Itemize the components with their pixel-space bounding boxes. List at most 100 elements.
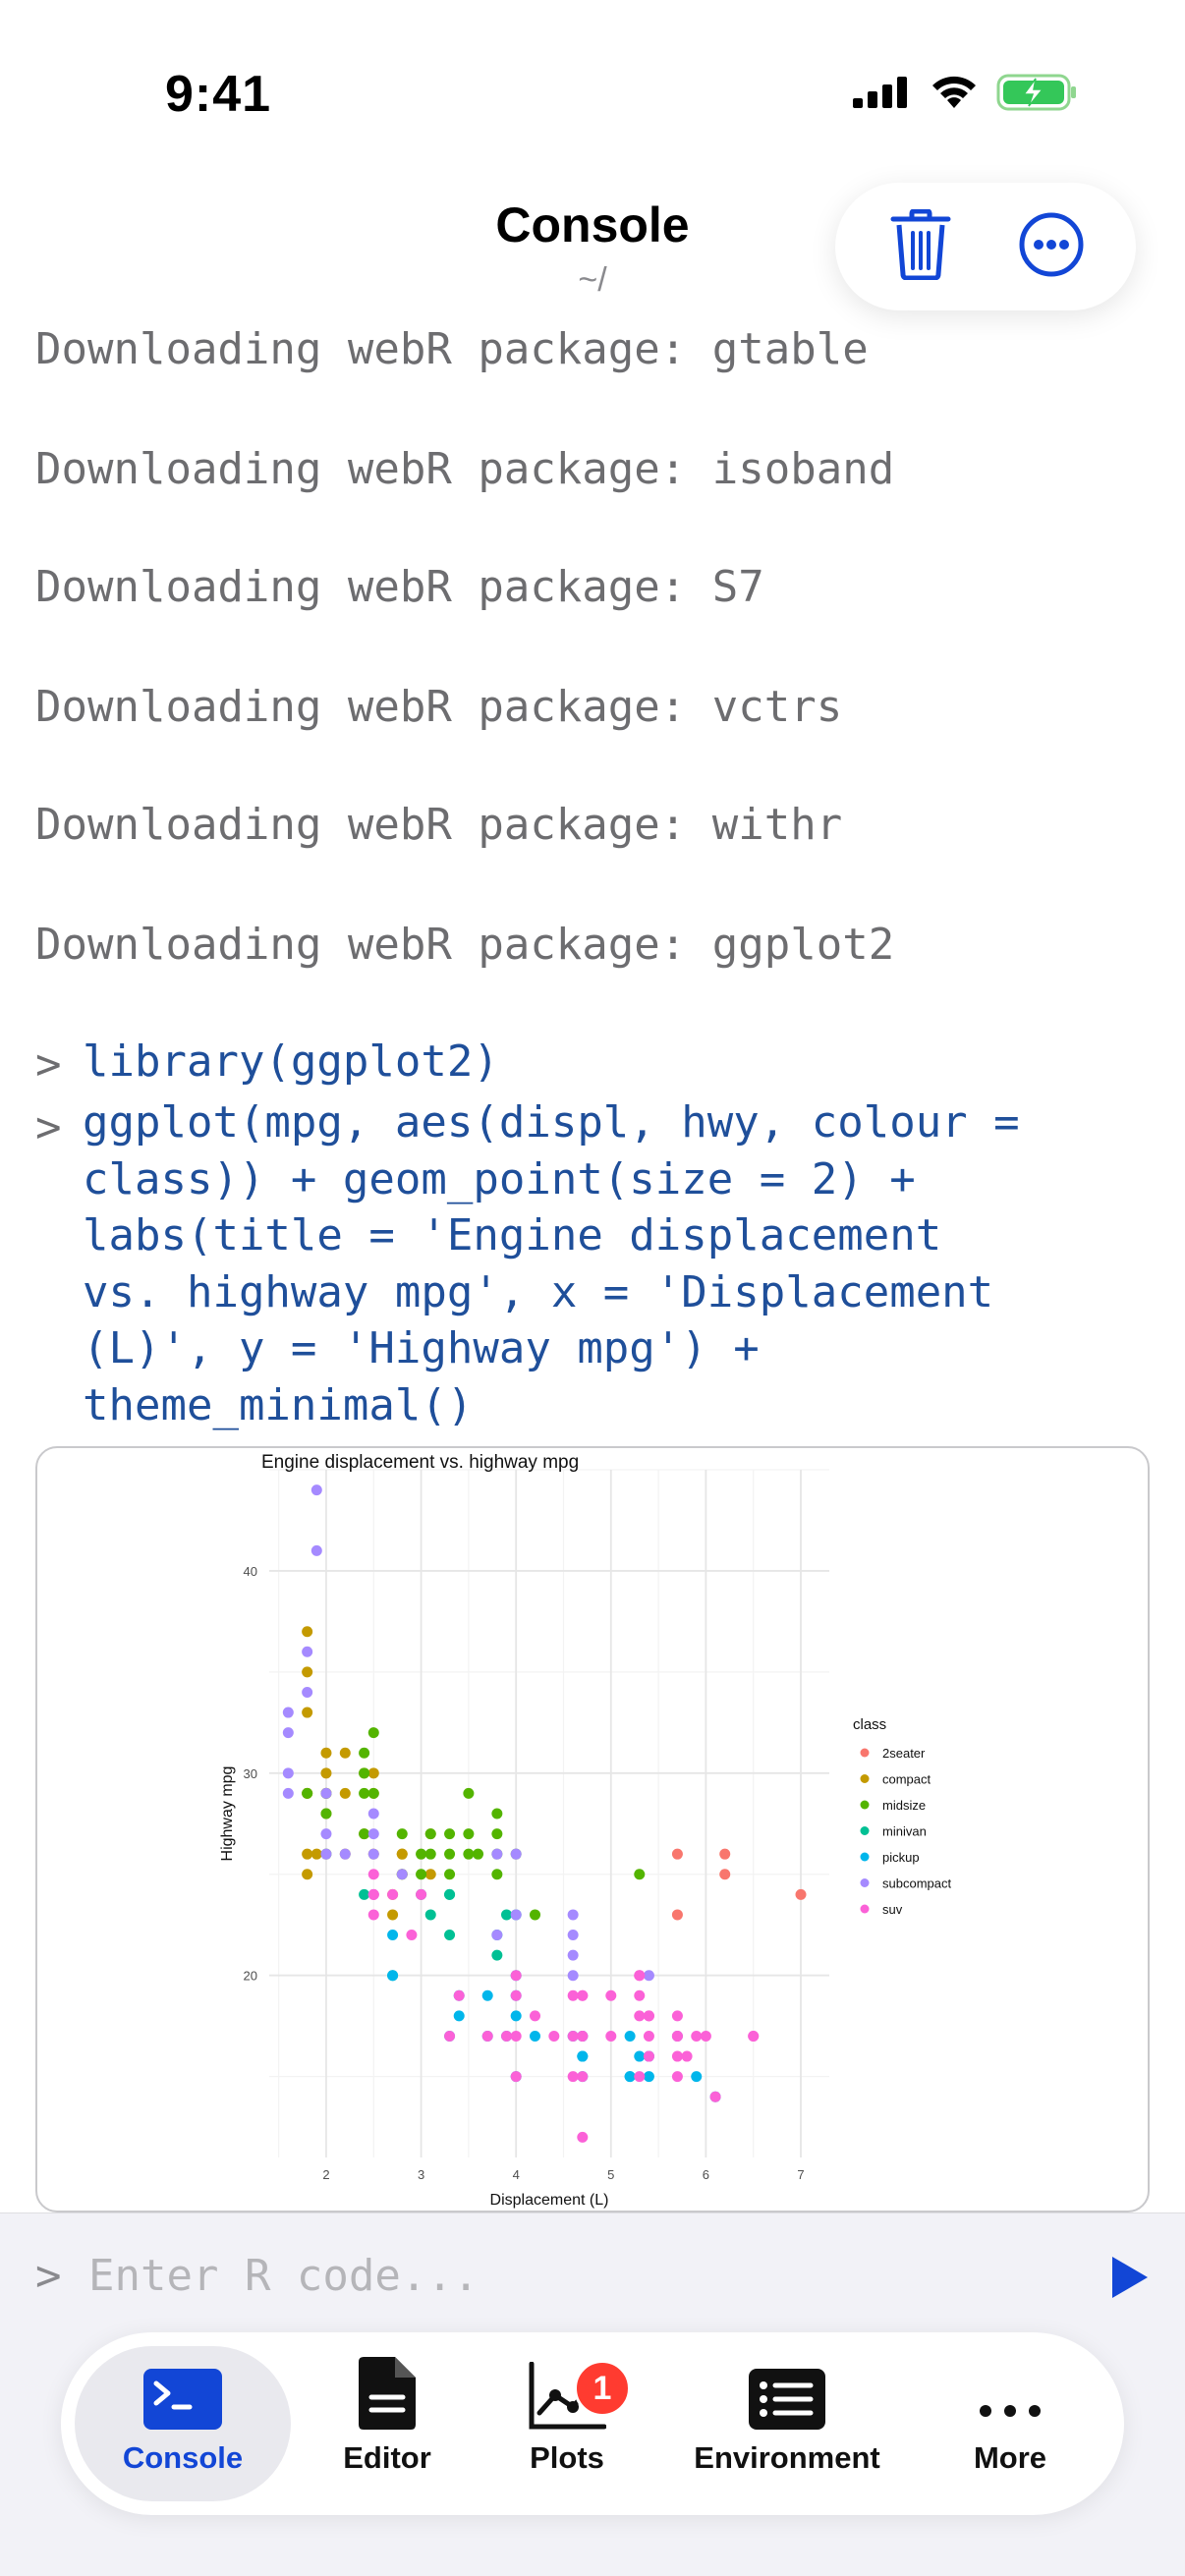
data-point — [320, 1808, 332, 1820]
data-point — [406, 1930, 418, 1941]
data-point — [510, 1989, 522, 2001]
data-point — [634, 2010, 646, 2022]
data-point — [567, 1989, 579, 2001]
data-point — [491, 1808, 503, 1820]
tab-console[interactable]: Console — [75, 2346, 291, 2501]
legend-key — [860, 1852, 870, 1862]
plot-output[interactable]: 2 3 4 5 6 7 20 30 40 Engine displacement vs. high… — [35, 1446, 1150, 2212]
data-point — [424, 1909, 436, 1921]
data-point — [282, 1707, 294, 1718]
data-point — [416, 1888, 427, 1900]
status-bar: 9:41 — [0, 0, 1185, 177]
tab-label: Plots — [530, 2440, 604, 2475]
r-code-input[interactable] — [88, 2243, 1071, 2308]
notification-badge: 1 — [574, 2360, 631, 2417]
data-point — [510, 2071, 522, 2083]
data-point — [577, 2030, 589, 2042]
data-point — [605, 1989, 617, 2001]
log-line: Downloading webR package: withr — [35, 800, 843, 850]
data-point — [320, 1747, 332, 1759]
input-prompt: > — [35, 2251, 62, 2301]
document-icon — [358, 2346, 417, 2431]
data-point — [530, 2010, 541, 2022]
data-point — [310, 1544, 322, 1556]
data-point — [339, 1787, 351, 1799]
data-point — [453, 2010, 465, 2022]
data-point — [530, 2030, 541, 2042]
data-point — [320, 1787, 332, 1799]
legend-key — [860, 1800, 870, 1810]
legend-label: 2seater — [882, 1746, 926, 1761]
data-point — [396, 1848, 408, 1860]
data-point — [387, 1930, 399, 1941]
data-point — [416, 1869, 427, 1880]
run-button[interactable] — [1104, 2253, 1154, 2302]
data-point — [367, 1808, 379, 1820]
data-point — [444, 1930, 456, 1941]
data-point — [424, 1828, 436, 1840]
data-point — [444, 1848, 456, 1860]
log-line: Downloading webR package: isoband — [35, 444, 895, 494]
scatter-plot: 2 3 4 5 6 7 20 30 40 Engine displacement vs. high… — [219, 1452, 951, 2209]
command-prompt: > — [35, 1039, 62, 1090]
log-line: Downloading webR package: ggplot2 — [35, 920, 895, 970]
data-point — [501, 1909, 513, 1921]
data-point — [444, 1869, 456, 1880]
tab-label: Console — [122, 2440, 244, 2475]
data-point — [302, 1626, 313, 1638]
more-options-button[interactable] — [1007, 202, 1096, 291]
header-actions — [835, 183, 1136, 310]
tab-plots[interactable]: Plots 1 — [493, 2346, 641, 2501]
data-point — [634, 2050, 646, 2062]
tab-more[interactable]: More — [931, 2346, 1089, 2501]
x-tick-label: 7 — [797, 2167, 804, 2182]
data-point — [691, 2071, 703, 2083]
data-point — [567, 1970, 579, 1982]
clear-console-button[interactable] — [876, 202, 965, 291]
data-point — [681, 2050, 693, 2062]
data-point — [795, 1888, 807, 1900]
data-point — [302, 1646, 313, 1657]
data-point — [310, 1848, 322, 1860]
data-point — [396, 1869, 408, 1880]
data-point — [643, 2030, 654, 2042]
data-point — [491, 1848, 503, 1860]
legend-key — [860, 1826, 870, 1835]
data-point — [530, 1909, 541, 1921]
data-point — [282, 1727, 294, 1739]
data-point — [700, 2030, 711, 2042]
tab-environment[interactable]: Environment — [664, 2346, 910, 2501]
legend-label: midsize — [882, 1798, 926, 1813]
data-point — [567, 2030, 579, 2042]
data-point — [424, 1869, 436, 1880]
data-point — [463, 1848, 475, 1860]
tab-editor[interactable]: Editor — [318, 2346, 456, 2501]
data-point — [634, 1989, 646, 2001]
data-point — [510, 1970, 522, 1982]
data-point — [605, 2030, 617, 2042]
plot-title: Engine displacement vs. highway mpg — [261, 1452, 579, 1473]
data-point — [577, 2131, 589, 2143]
x-axis-label: Displacement (L) — [490, 2192, 609, 2209]
data-point — [367, 1727, 379, 1739]
cellular-signal-icon — [853, 77, 912, 113]
data-point — [387, 1970, 399, 1982]
battery-charging-icon — [996, 73, 1079, 117]
data-point — [387, 1888, 399, 1900]
data-point — [624, 2030, 636, 2042]
data-point — [567, 2071, 579, 2083]
tab-label: Environment — [694, 2440, 880, 2475]
data-point — [577, 1989, 589, 2001]
data-point — [320, 1767, 332, 1779]
data-point — [671, 2030, 683, 2042]
data-point — [634, 2071, 646, 2083]
command-text: library(ggplot2) — [83, 1036, 499, 1087]
legend-key — [860, 1748, 870, 1758]
data-point — [359, 1767, 370, 1779]
legend-label: pickup — [882, 1850, 920, 1865]
data-point — [387, 1909, 399, 1921]
data-point — [491, 1949, 503, 1961]
list-icon — [748, 2346, 826, 2431]
data-point — [510, 2010, 522, 2022]
data-point — [671, 1848, 683, 1860]
